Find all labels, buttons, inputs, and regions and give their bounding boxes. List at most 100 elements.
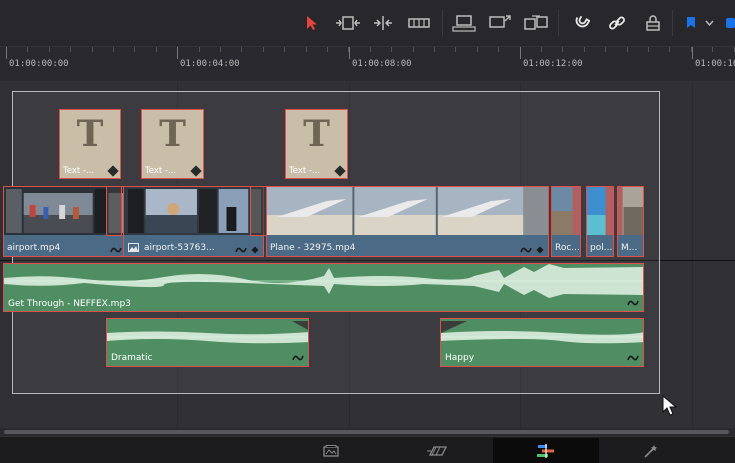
timecode-label: 01:00:12:00 xyxy=(523,59,583,69)
ruler-minor-tick xyxy=(306,47,307,52)
linked-selection-toggle[interactable] xyxy=(606,12,628,34)
ruler-minor-tick xyxy=(220,47,221,52)
title-clip[interactable]: T Text -... xyxy=(59,109,121,179)
title-clip-label: Text -... xyxy=(63,166,95,176)
audio-clip[interactable]: Dramatic xyxy=(106,318,309,367)
position-lock-toggle[interactable] xyxy=(642,12,664,34)
fusion-page-tab[interactable] xyxy=(620,438,682,463)
trim-edit-icon xyxy=(336,16,360,30)
transition-handle[interactable] xyxy=(106,186,122,236)
flag-dropdown-button[interactable] xyxy=(703,12,715,34)
audio-clip[interactable]: Get Through - NEFFEX.mp3 xyxy=(3,263,644,312)
audio-fade-curve-icon xyxy=(627,355,639,361)
ruler-minor-tick xyxy=(70,47,71,52)
audio-clip[interactable]: Happy xyxy=(440,318,644,367)
ruler-minor-tick xyxy=(241,47,242,52)
video-clip[interactable]: Plane - 32975.mp4 xyxy=(266,186,549,257)
video-clip[interactable]: Roc... xyxy=(551,186,581,257)
video-clip-label: Roc... xyxy=(555,243,580,253)
keyframe-diamond-icon xyxy=(190,165,202,177)
ruler-minor-tick xyxy=(541,47,542,52)
timecode-label: 01:00:00:00 xyxy=(9,59,69,69)
edit-page-tab[interactable] xyxy=(493,438,599,463)
ruler-minor-tick xyxy=(477,47,478,52)
text-title-icon: T xyxy=(303,113,330,155)
audio-clip-label: Happy xyxy=(445,353,475,363)
timecode-label: 01:00:04:00 xyxy=(180,59,240,69)
insert-clip-icon xyxy=(452,15,476,32)
overwrite-clip-button[interactable] xyxy=(486,12,514,34)
title-clip-label: Text -... xyxy=(289,166,321,176)
text-title-icon: T xyxy=(159,113,186,155)
keyframe-diamond-icon xyxy=(251,246,259,254)
replace-clip-button[interactable] xyxy=(522,12,550,34)
overwrite-clip-icon xyxy=(489,15,511,28)
keyframe-diamond-icon xyxy=(334,165,346,177)
title-clip-label: Text -... xyxy=(145,166,177,176)
clip-thumbnail-strip xyxy=(267,187,548,235)
clip-thumbnail-strip xyxy=(124,187,263,235)
edit-page-icon xyxy=(537,444,554,458)
trim-edit-button[interactable] xyxy=(334,12,362,34)
video-clip[interactable]: pol... xyxy=(586,186,614,257)
video-clip-label: airport.mp4 xyxy=(7,243,61,253)
selection-tool-button[interactable] xyxy=(302,12,322,34)
ruler-minor-tick xyxy=(584,47,585,52)
ruler-minor-tick xyxy=(263,47,264,52)
video-clip-label: Plane - 32975.mp4 xyxy=(270,243,356,253)
page-navigation-bar xyxy=(0,436,735,463)
audio-fade-curve-icon xyxy=(292,355,304,361)
snapping-toggle[interactable] xyxy=(570,12,592,34)
ruler-minor-tick xyxy=(134,47,135,52)
linked-audio-wave-icon xyxy=(110,247,122,253)
image-still-icon xyxy=(128,243,139,252)
timeline-horizontal-scrollbar[interactable] xyxy=(0,428,735,436)
media-page-icon xyxy=(323,445,339,457)
timecode-label: 01:00:08:00 xyxy=(352,59,412,69)
timeline-ruler[interactable]: 01:00:00:00 01:00:04:00 01:00:08:00 01:0… xyxy=(0,46,735,82)
ruler-minor-tick xyxy=(605,47,606,52)
marker-button[interactable] xyxy=(724,12,735,34)
scrollbar-thumb[interactable] xyxy=(4,430,729,434)
fusion-page-icon xyxy=(644,445,657,458)
title-clip[interactable]: T Text -... xyxy=(141,109,204,179)
clip-thumbnail-strip xyxy=(618,187,643,235)
cut-page-icon xyxy=(427,446,447,456)
ruler-minor-tick xyxy=(327,47,328,52)
mouse-pointer-icon xyxy=(662,395,678,416)
cut-page-tab[interactable] xyxy=(406,438,468,463)
blade-edit-icon xyxy=(408,18,430,28)
video-clip-label: airport-53763... xyxy=(144,243,215,253)
ruler-minor-tick xyxy=(434,47,435,52)
replace-clip-icon xyxy=(524,15,548,30)
flag-marker-button[interactable] xyxy=(684,12,698,34)
video-clip-label: pol... xyxy=(590,243,613,253)
video-clip[interactable]: M... xyxy=(617,186,644,257)
blade-edit-button[interactable] xyxy=(406,12,432,34)
audio-fade-curve-icon xyxy=(627,300,639,306)
audio-clip-label: Get Through - NEFFEX.mp3 xyxy=(8,299,131,309)
title-clip[interactable]: T Text -... xyxy=(285,109,348,179)
dynamic-trim-button[interactable] xyxy=(370,12,396,34)
keyframe-diamond-icon xyxy=(107,165,119,177)
ruler-minor-tick xyxy=(113,47,114,52)
video-clip[interactable]: airport-53763... xyxy=(123,186,264,257)
dropdown-chevron-icon xyxy=(704,20,714,26)
timeline-tracks[interactable]: T Text -... T Text -... T Text -... airp… xyxy=(0,82,735,428)
ruler-minor-tick xyxy=(27,47,28,52)
ruler-minor-tick xyxy=(669,47,670,52)
audio-clip-label: Dramatic xyxy=(111,353,153,363)
keyframe-diamond-icon xyxy=(536,246,544,254)
position-lock-icon xyxy=(646,15,660,31)
linked-audio-wave-icon xyxy=(235,247,247,253)
edit-toolbar xyxy=(0,0,735,46)
media-page-tab[interactable] xyxy=(300,438,362,463)
ruler-minor-tick xyxy=(562,47,563,52)
selection-arrow-icon xyxy=(307,16,317,30)
linked-audio-wave-icon xyxy=(520,247,532,253)
audio-waveform xyxy=(4,264,643,298)
linked-selection-icon xyxy=(609,16,625,30)
insert-clip-button[interactable] xyxy=(450,12,478,34)
clip-thumbnail-strip xyxy=(552,187,580,235)
ruler-minor-tick xyxy=(413,47,414,52)
